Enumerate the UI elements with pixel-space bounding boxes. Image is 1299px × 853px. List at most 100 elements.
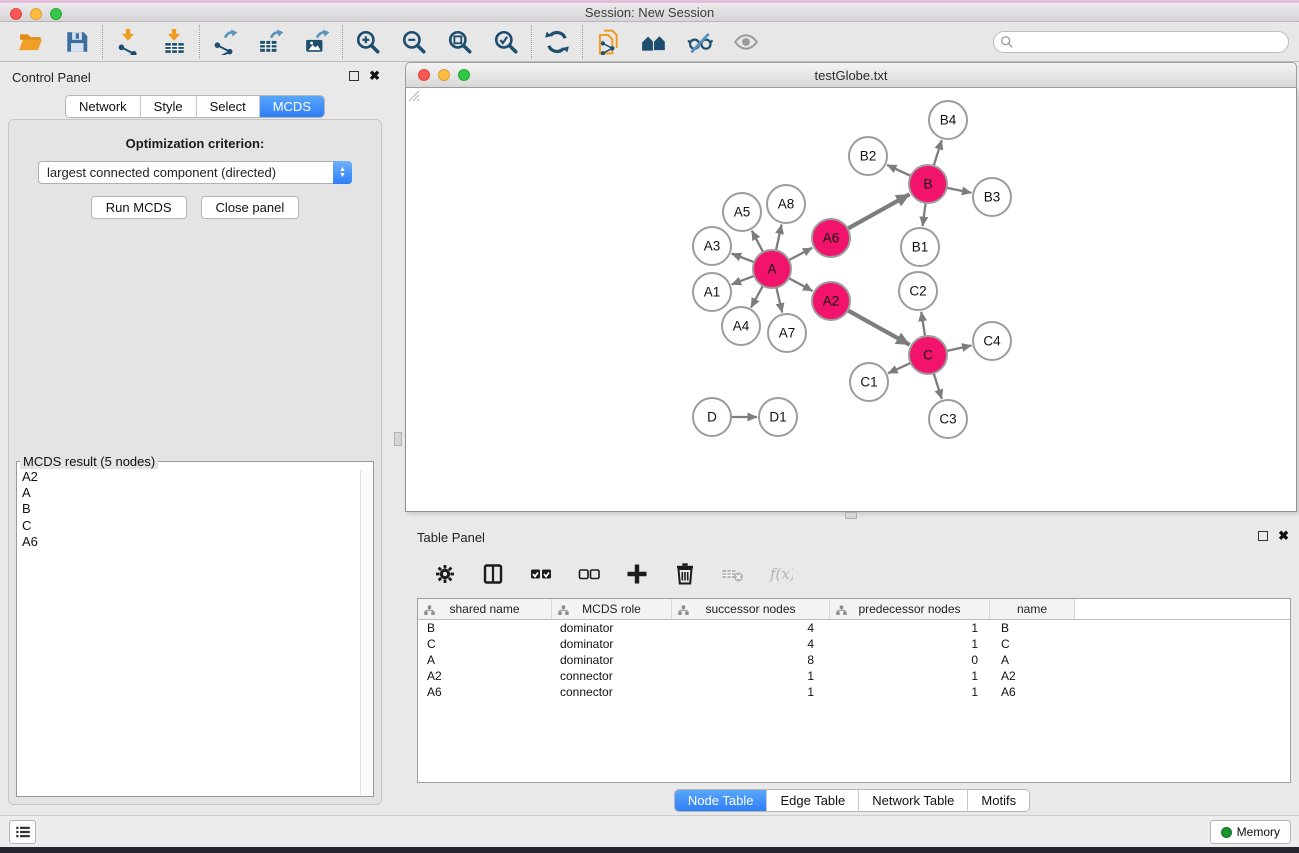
node-C[interactable]: C bbox=[909, 336, 947, 374]
deselect-all-icon[interactable] bbox=[577, 562, 601, 586]
mcds-result-item[interactable]: B bbox=[17, 501, 360, 517]
select-all-icon[interactable] bbox=[529, 562, 553, 586]
edge-A2-C[interactable] bbox=[848, 310, 910, 345]
network-graph[interactable]: B4B2BB3A5A8A6A3AB1A1C2A2A4A7C4CC1DD1C3 bbox=[406, 88, 1296, 510]
horizontal-splitter-handle[interactable] bbox=[845, 512, 857, 519]
node-A5[interactable]: A5 bbox=[723, 193, 761, 231]
network-canvas[interactable]: B4B2BB3A5A8A6A3AB1A1C2A2A4A7C4CC1DD1C3 bbox=[405, 88, 1297, 512]
save-session-icon[interactable] bbox=[64, 29, 90, 55]
column-header-MCDS-role[interactable]: MCDS role bbox=[552, 599, 672, 619]
edge-A-A6[interactable] bbox=[789, 248, 813, 260]
mcds-result-item[interactable]: A bbox=[17, 485, 360, 501]
edge-C-C1[interactable] bbox=[888, 363, 911, 373]
optimization-dropdown[interactable]: largest connected component (directed) ▲… bbox=[38, 161, 352, 184]
node-C2[interactable]: C2 bbox=[899, 272, 937, 310]
resize-grip-icon[interactable] bbox=[406, 88, 419, 101]
search-input[interactable] bbox=[1014, 35, 1288, 49]
table-settings-icon[interactable] bbox=[433, 562, 457, 586]
column-header-successor-nodes[interactable]: successor nodes bbox=[672, 599, 830, 619]
run-mcds-button[interactable]: Run MCDS bbox=[91, 196, 187, 219]
import-table-icon[interactable] bbox=[161, 29, 187, 55]
edge-A-A5[interactable] bbox=[752, 231, 763, 253]
export-image-icon[interactable] bbox=[304, 29, 330, 55]
import-network-icon[interactable] bbox=[115, 29, 141, 55]
zoom-out-icon[interactable] bbox=[401, 29, 427, 55]
export-table-icon[interactable] bbox=[258, 29, 284, 55]
mcds-result-item[interactable]: A2 bbox=[17, 469, 360, 485]
node-B2[interactable]: B2 bbox=[849, 137, 887, 175]
edge-B-B2[interactable] bbox=[887, 165, 911, 176]
zoom-fit-icon[interactable] bbox=[447, 29, 473, 55]
table-row[interactable]: Adominator80A bbox=[418, 652, 1290, 668]
node-B1[interactable]: B1 bbox=[901, 228, 939, 266]
mcds-list-scrollbar[interactable] bbox=[360, 470, 372, 795]
table-row[interactable]: A6connector11A6 bbox=[418, 684, 1290, 700]
home-icon[interactable] bbox=[641, 29, 667, 55]
table-tab-node-table[interactable]: Node Table bbox=[675, 790, 767, 811]
node-D1[interactable]: D1 bbox=[759, 398, 797, 436]
node-B[interactable]: B bbox=[909, 165, 947, 203]
edge-B-B4[interactable] bbox=[934, 140, 942, 166]
add-column-icon[interactable] bbox=[625, 562, 649, 586]
node-C4[interactable]: C4 bbox=[973, 322, 1011, 360]
mcds-result-list[interactable]: A2ABCA6 bbox=[17, 469, 360, 796]
close-table-panel-icon[interactable]: ✖ bbox=[1278, 531, 1289, 541]
close-panel-button[interactable]: Close panel bbox=[201, 196, 300, 219]
show-columns-icon[interactable] bbox=[481, 562, 505, 586]
tab-network[interactable]: Network bbox=[66, 96, 140, 117]
table-row[interactable]: A2connector11A2 bbox=[418, 668, 1290, 684]
column-header-shared-name[interactable]: shared name bbox=[418, 599, 552, 619]
task-history-button[interactable] bbox=[9, 820, 36, 844]
mcds-result-item[interactable]: C bbox=[17, 518, 360, 534]
node-A3[interactable]: A3 bbox=[693, 227, 731, 265]
zoom-selected-icon[interactable] bbox=[493, 29, 519, 55]
edge-C-C2[interactable] bbox=[921, 312, 925, 336]
node-C3[interactable]: C3 bbox=[929, 400, 967, 438]
show-eye-icon[interactable] bbox=[733, 29, 759, 55]
tab-style[interactable]: Style bbox=[140, 96, 196, 117]
mcds-result-item[interactable]: A6 bbox=[17, 534, 360, 550]
delete-column-icon[interactable] bbox=[673, 562, 697, 586]
network-window-titlebar[interactable]: testGlobe.txt bbox=[405, 62, 1297, 88]
hide-details-icon[interactable] bbox=[687, 29, 713, 55]
edge-B-B1[interactable] bbox=[923, 203, 926, 226]
column-header-predecessor-nodes[interactable]: predecessor nodes bbox=[830, 599, 990, 619]
table-row[interactable]: Cdominator41C bbox=[418, 636, 1290, 652]
edge-C-C3[interactable] bbox=[934, 373, 942, 399]
edge-A-A1[interactable] bbox=[732, 276, 755, 285]
tab-select[interactable]: Select bbox=[196, 96, 259, 117]
table-tab-motifs[interactable]: Motifs bbox=[967, 790, 1029, 811]
edge-A-A8[interactable] bbox=[776, 225, 782, 251]
edge-A6-B[interactable] bbox=[848, 194, 910, 229]
refresh-icon[interactable] bbox=[544, 29, 570, 55]
column-header-name[interactable]: name bbox=[990, 599, 1075, 619]
table-tab-network-table[interactable]: Network Table bbox=[858, 790, 967, 811]
zoom-in-icon[interactable] bbox=[355, 29, 381, 55]
edge-B-B3[interactable] bbox=[947, 188, 972, 193]
open-session-icon[interactable] bbox=[18, 29, 44, 55]
float-table-panel-icon[interactable] bbox=[1258, 531, 1268, 541]
vertical-splitter-handle[interactable] bbox=[394, 432, 402, 446]
tab-mcds[interactable]: MCDS bbox=[259, 96, 324, 117]
memory-button[interactable]: Memory bbox=[1210, 820, 1291, 844]
export-network-icon[interactable] bbox=[212, 29, 238, 55]
table-tab-edge-table[interactable]: Edge Table bbox=[766, 790, 858, 811]
node-A7[interactable]: A7 bbox=[768, 314, 806, 352]
node-A4[interactable]: A4 bbox=[722, 307, 760, 345]
edge-A-A2[interactable] bbox=[789, 278, 813, 291]
node-A2[interactable]: A2 bbox=[812, 282, 850, 320]
table-row[interactable]: Bdominator41B bbox=[418, 620, 1290, 636]
close-panel-icon[interactable]: ✖ bbox=[369, 71, 380, 81]
edge-C-C4[interactable] bbox=[947, 345, 972, 350]
clone-network-icon[interactable] bbox=[595, 29, 621, 55]
node-D[interactable]: D bbox=[693, 398, 731, 436]
node-B4[interactable]: B4 bbox=[929, 101, 967, 139]
node-A[interactable]: A bbox=[753, 250, 791, 288]
float-panel-icon[interactable] bbox=[349, 71, 359, 81]
node-B3[interactable]: B3 bbox=[973, 178, 1011, 216]
node-C1[interactable]: C1 bbox=[850, 363, 888, 401]
edge-A-A4[interactable] bbox=[751, 286, 763, 308]
node-A8[interactable]: A8 bbox=[767, 185, 805, 223]
search-box[interactable] bbox=[993, 31, 1289, 53]
node-A6[interactable]: A6 bbox=[812, 219, 850, 257]
